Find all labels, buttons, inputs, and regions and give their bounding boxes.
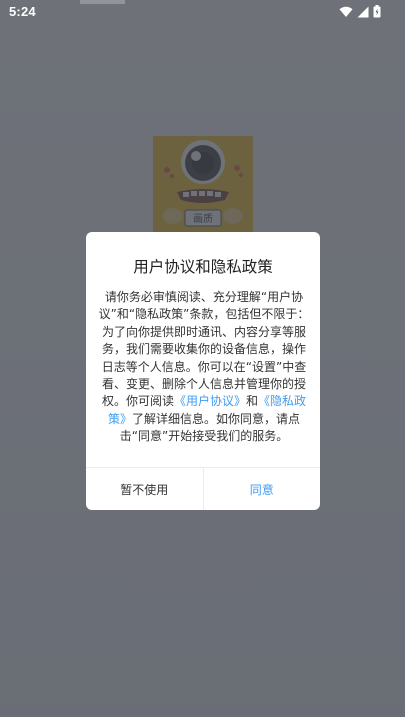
privacy-dialog: 用户协议和隐私政策 请你务必审慎阅读、充分理解“用户协议”和“隐私政策”条款，包… xyxy=(86,232,320,510)
signal-icon xyxy=(357,6,369,18)
status-bar: 5:24 xyxy=(0,0,405,24)
battery-icon xyxy=(373,5,381,18)
dialog-body-and: 和 xyxy=(246,394,259,409)
dialog-body-text: 请你务必审慎阅读、充分理解“用户协议”和“隐私政策”条款，包括但不限于：为了向你… xyxy=(98,290,310,409)
agree-button[interactable]: 同意 xyxy=(204,468,321,510)
status-time: 5:24 xyxy=(9,4,36,19)
wifi-icon xyxy=(339,6,353,18)
decline-button[interactable]: 暂不使用 xyxy=(86,468,204,510)
dialog-body: 请你务必审慎阅读、充分理解“用户协议”和“隐私政策”条款，包括但不限于：为了向你… xyxy=(98,289,310,446)
dialog-title: 用户协议和隐私政策 xyxy=(133,258,273,276)
user-agreement-link[interactable]: 《用户协议》 xyxy=(174,394,246,408)
dialog-buttons: 暂不使用 同意 xyxy=(86,468,320,510)
dialog-body-text-end: 了解详细信息。如你同意，请点击“同意”开始接受我们的服务。 xyxy=(119,411,301,444)
status-icons xyxy=(339,5,381,18)
